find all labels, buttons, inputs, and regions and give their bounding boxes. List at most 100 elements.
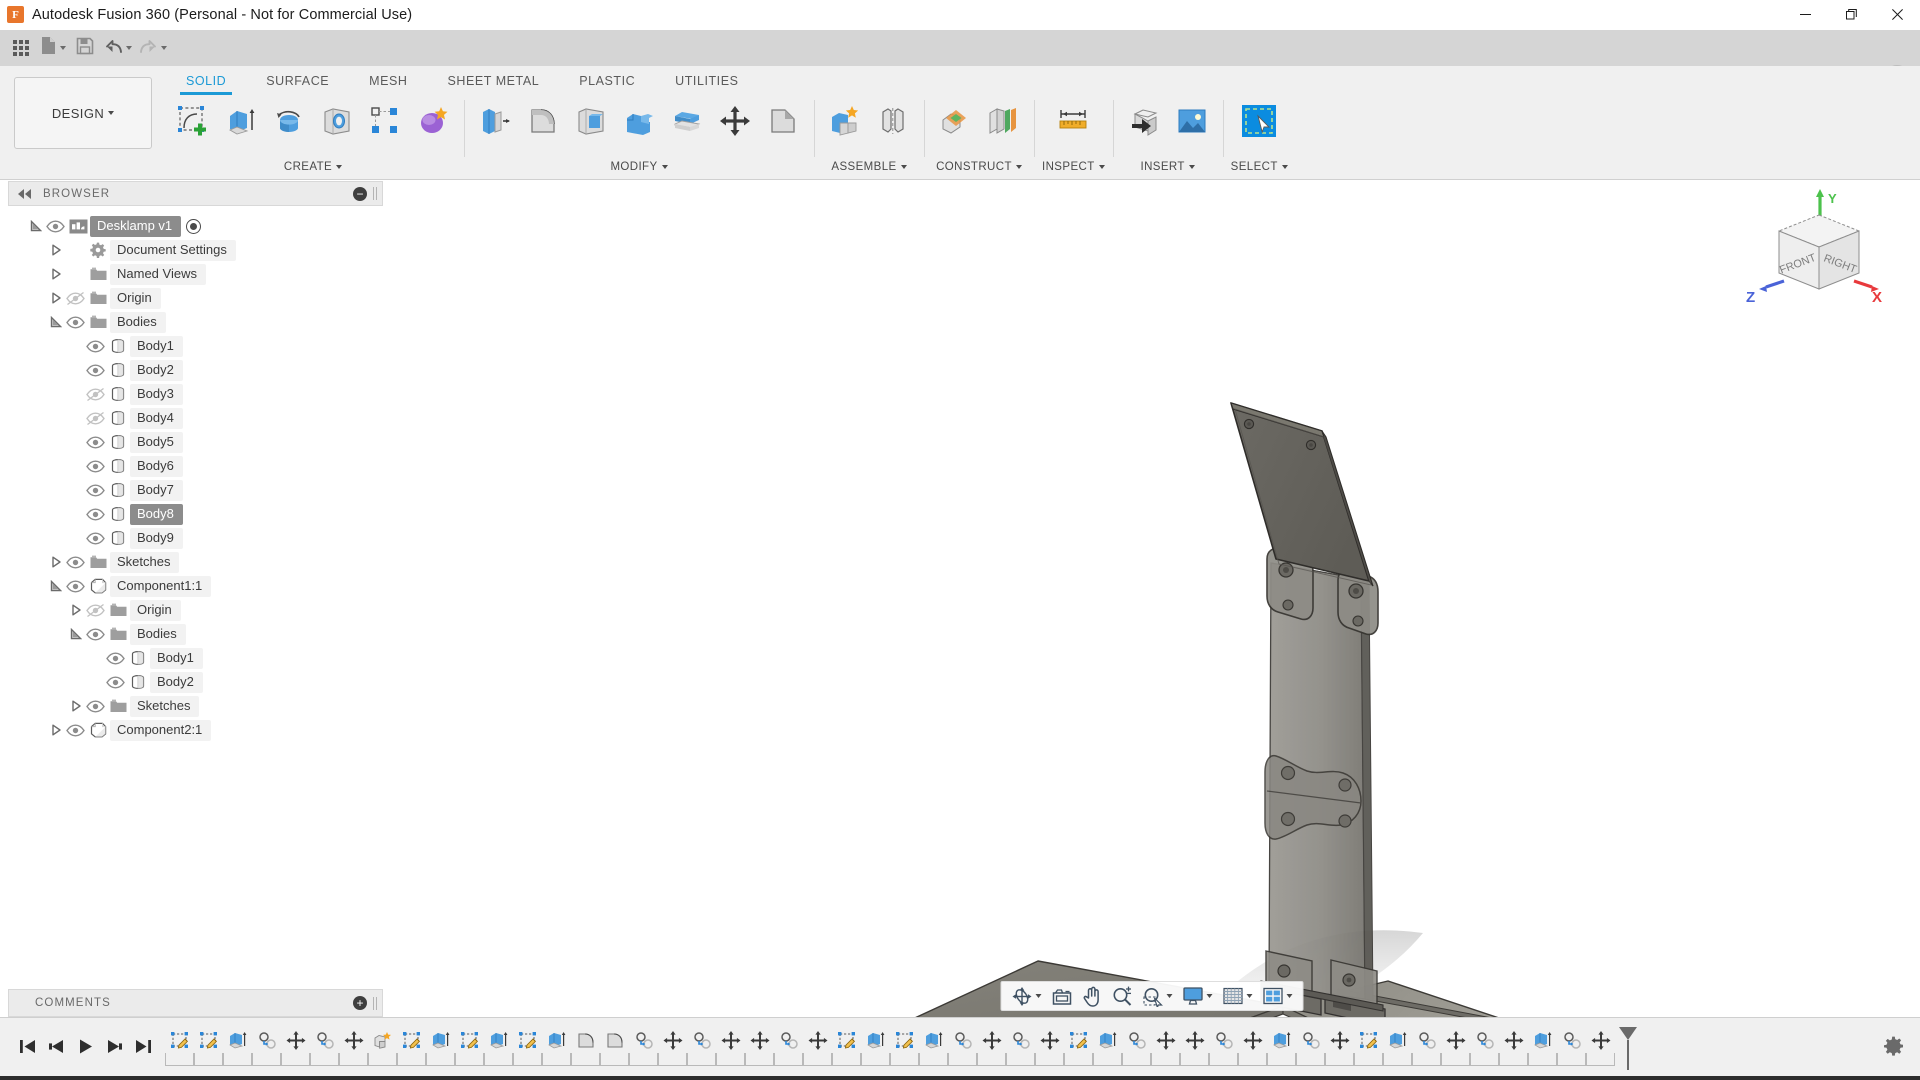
collapse-left-icon[interactable] (17, 188, 33, 199)
timeline-feature-fillet[interactable] (600, 1027, 629, 1066)
eye-visible-icon[interactable] (44, 214, 66, 238)
timeline-track[interactable] (165, 1023, 1883, 1075)
expander-collapsed-icon[interactable] (48, 238, 64, 262)
timeline-feature-extrude[interactable] (1528, 1027, 1557, 1066)
timeline-feature-extrude[interactable] (1383, 1027, 1412, 1066)
ribbon-tab-surface[interactable]: SURFACE (246, 74, 349, 92)
plus-circle-icon[interactable]: + (353, 996, 367, 1010)
restore-button[interactable] (1828, 0, 1874, 30)
timeline-feature-new-component[interactable] (368, 1027, 397, 1066)
go-to-end-button[interactable] (134, 1038, 153, 1060)
timeline-feature-move[interactable] (1180, 1027, 1209, 1066)
timeline-feature-sketch[interactable] (832, 1027, 861, 1066)
display-settings-button[interactable] (1178, 983, 1216, 1009)
timeline-feature-sketch[interactable] (1354, 1027, 1383, 1066)
eye-visible-icon[interactable] (84, 358, 106, 382)
combine-button[interactable] (616, 96, 662, 146)
expander-expanded-icon[interactable] (48, 574, 64, 598)
eye-visible-icon[interactable] (64, 310, 86, 334)
eye-visible-icon[interactable] (84, 622, 106, 646)
resize-grip-icon[interactable] (373, 996, 378, 1010)
browser-node-sketches[interactable]: Sketches (8, 550, 383, 574)
timeline-feature-sketch[interactable] (165, 1027, 194, 1066)
ribbon-tab-mesh[interactable]: MESH (349, 74, 427, 92)
eye-hidden-icon[interactable] (84, 382, 106, 406)
move-copy-button[interactable] (712, 96, 758, 146)
app-grid-button[interactable] (6, 33, 36, 63)
eye-hidden-icon[interactable] (84, 406, 106, 430)
ribbon-tab-sheet-metal[interactable]: SHEET METAL (427, 74, 559, 92)
go-to-beginning-button[interactable] (18, 1038, 37, 1060)
undo-button[interactable] (101, 33, 135, 63)
expander-expanded-icon[interactable] (28, 214, 44, 238)
timeline-feature-sketch[interactable] (1064, 1027, 1093, 1066)
timeline-feature-move[interactable] (803, 1027, 832, 1066)
timeline-feature-sketch[interactable] (890, 1027, 919, 1066)
timeline-feature-move[interactable] (658, 1027, 687, 1066)
insert-derive-button[interactable] (1121, 96, 1167, 146)
timeline-feature-sketch[interactable] (455, 1027, 484, 1066)
timeline-feature-extrude[interactable] (919, 1027, 948, 1066)
plane-at-angle-button[interactable] (980, 96, 1026, 146)
browser-node-component2-1[interactable]: Component2:1 (8, 718, 383, 742)
eye-visible-icon[interactable] (104, 646, 126, 670)
expander-expanded-icon[interactable] (48, 310, 64, 334)
browser-node-body1[interactable]: Body1 (8, 334, 383, 358)
timeline-feature-sketch[interactable] (513, 1027, 542, 1066)
step-backward-button[interactable] (47, 1038, 66, 1060)
ribbon-group-assemble-label[interactable]: ASSEMBLE (831, 161, 907, 179)
browser-node-named-views[interactable]: Named Views (8, 262, 383, 286)
revolve-button[interactable] (266, 96, 312, 146)
timeline-feature-joint[interactable] (1006, 1027, 1035, 1066)
joint-button[interactable] (870, 96, 916, 146)
pattern-button[interactable] (362, 96, 408, 146)
ribbon-tab-plastic[interactable]: PLASTIC (559, 74, 655, 92)
shell-button[interactable] (568, 96, 614, 146)
hole-button[interactable] (314, 96, 360, 146)
timeline-playhead[interactable] (1617, 1027, 1639, 1070)
browser-node-body4[interactable]: Body4 (8, 406, 383, 430)
step-forward-button[interactable] (105, 1038, 124, 1060)
timeline-feature-fillet[interactable] (571, 1027, 600, 1066)
eye-visible-icon[interactable] (64, 574, 86, 598)
minimize-button[interactable] (1782, 0, 1828, 30)
timeline-feature-joint[interactable] (1412, 1027, 1441, 1066)
press-pull-button[interactable] (472, 96, 518, 146)
timeline-feature-move[interactable] (339, 1027, 368, 1066)
orbit-button[interactable] (1007, 983, 1045, 1009)
new-component-button[interactable] (822, 96, 868, 146)
browser-node-body2[interactable]: Body2 (8, 670, 383, 694)
ribbon-tab-utilities[interactable]: UTILITIES (655, 74, 758, 92)
eye-visible-icon[interactable] (84, 694, 106, 718)
viewcube[interactable]: Y X Z FRONT RIGHT (1732, 189, 1892, 309)
extrude-button[interactable] (218, 96, 264, 146)
fillet-button[interactable] (520, 96, 566, 146)
timeline-feature-joint[interactable] (1209, 1027, 1238, 1066)
timeline-feature-extrude[interactable] (223, 1027, 252, 1066)
expander-collapsed-icon[interactable] (48, 718, 64, 742)
grid-snaps-button[interactable] (1218, 983, 1256, 1009)
timeline-feature-joint[interactable] (252, 1027, 281, 1066)
eye-hidden-icon[interactable] (84, 598, 106, 622)
look-at-button[interactable] (1047, 983, 1076, 1009)
chamfer-button[interactable] (760, 96, 806, 146)
activate-component-radio[interactable] (186, 218, 202, 234)
timeline-feature-move[interactable] (1238, 1027, 1267, 1066)
play-button[interactable] (76, 1038, 95, 1060)
zoom-button[interactable] (1107, 983, 1136, 1009)
browser-node-origin[interactable]: Origin (8, 598, 383, 622)
ribbon-group-construct-label[interactable]: CONSTRUCT (936, 161, 1022, 179)
timeline-feature-joint[interactable] (629, 1027, 658, 1066)
timeline-feature-joint[interactable] (774, 1027, 803, 1066)
pan-button[interactable] (1078, 983, 1105, 1009)
eye-visible-icon[interactable] (84, 478, 106, 502)
browser-node-component1-1[interactable]: Component1:1 (8, 574, 383, 598)
expander-collapsed-icon[interactable] (68, 598, 84, 622)
workspace-selector[interactable]: DESIGN (14, 77, 152, 149)
ribbon-group-modify-label[interactable]: MODIFY (610, 161, 668, 179)
ribbon-group-inspect-label[interactable]: INSPECT (1042, 161, 1105, 179)
timeline-feature-extrude[interactable] (1093, 1027, 1122, 1066)
timeline-feature-joint[interactable] (1122, 1027, 1151, 1066)
timeline-feature-joint[interactable] (1470, 1027, 1499, 1066)
browser-node-bodies[interactable]: Bodies (8, 310, 383, 334)
